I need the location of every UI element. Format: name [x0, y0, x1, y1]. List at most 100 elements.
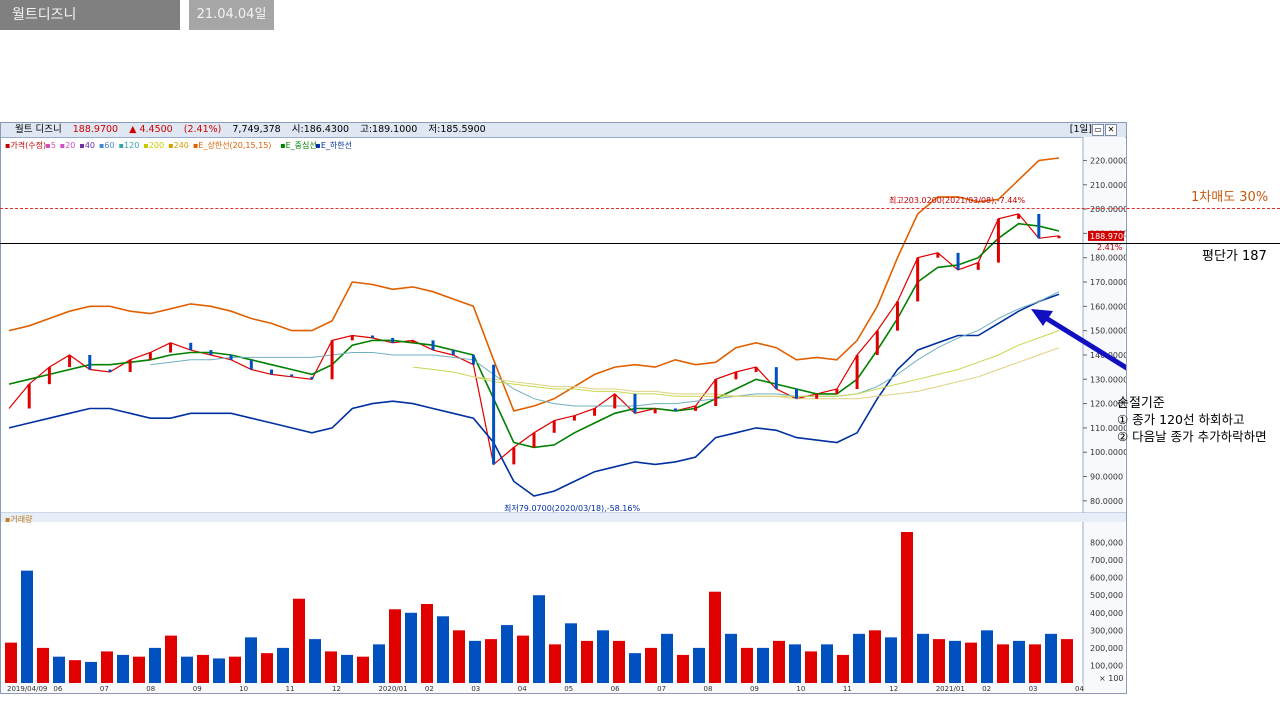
x-tick-label: 06 [53, 685, 62, 693]
volume-bar [997, 644, 1009, 683]
volume-bar [517, 635, 529, 683]
x-tick-label: 11 [843, 685, 852, 693]
price-candle [88, 354, 92, 370]
volume-bar [597, 630, 609, 683]
y-tick-label: 100.0000 [1090, 448, 1126, 457]
x-tick-label: 09 [193, 685, 202, 693]
volume-panel-label: ▪거래량 [5, 514, 33, 524]
price-candle [411, 340, 415, 343]
volume-bar [117, 654, 129, 683]
volume-bar [309, 639, 321, 683]
volume-bar [165, 635, 177, 683]
volume-bar [1013, 640, 1025, 683]
price-candle [512, 447, 516, 465]
volume-bar [1029, 644, 1041, 683]
volume-unit-label: × 100 [1099, 674, 1124, 683]
price-candle [249, 359, 253, 370]
legend-item: ▪가격(수정) [5, 140, 46, 150]
price-candle [1017, 213, 1021, 219]
volume-tick-label: 600,000 [1090, 574, 1123, 583]
volume-bar [261, 653, 273, 683]
x-tick-label: 12 [332, 685, 341, 693]
price-candle [370, 335, 374, 338]
volume-bar [693, 647, 705, 683]
y-tick-label: 150.0000 [1090, 327, 1126, 336]
legend-item: ▪E_상한선(20,15,15) [193, 140, 271, 150]
y-tick-label: 210.0000 [1090, 181, 1126, 190]
volume-tick-label: 800,000 [1090, 539, 1123, 548]
price-candle [350, 335, 354, 341]
volume-bar [837, 654, 849, 683]
volume-bar [1061, 639, 1073, 683]
x-tick-label: 2020/01 [378, 685, 407, 693]
price-candle [653, 408, 657, 414]
volume-bar [533, 595, 545, 683]
volume-bar [101, 651, 113, 683]
price-candle [148, 352, 152, 360]
price-candle [391, 337, 395, 343]
volume-bar [917, 633, 929, 683]
legend-item: ▪240 [168, 141, 189, 150]
y-tick-label: 170.0000 [1090, 278, 1126, 287]
volume-bar [5, 642, 17, 683]
y-tick-label: 160.0000 [1090, 302, 1126, 311]
x-tick-label: 02 [982, 685, 991, 693]
price-candle [936, 252, 940, 258]
volume-bar [629, 653, 641, 683]
x-tick-label: 07 [657, 685, 666, 693]
volume-bar [1045, 633, 1057, 683]
volume-bar [373, 644, 385, 683]
price-candle [593, 408, 597, 416]
price-candle [694, 406, 698, 411]
volume-bar [501, 625, 513, 683]
volume-bar [421, 604, 433, 683]
volume-bar [453, 630, 465, 683]
volume-bar [21, 570, 33, 683]
price-candle [47, 367, 51, 385]
volume-bar [245, 637, 257, 683]
sell-target-label: 1차매도 30% [1191, 190, 1269, 205]
x-axis-band [1, 683, 1083, 693]
volume-bar [821, 644, 833, 683]
volume-bar [677, 654, 689, 683]
price-candle [996, 218, 1000, 263]
volume-bar [549, 644, 561, 683]
x-tick-label: 06 [611, 685, 620, 693]
price-candle [916, 257, 920, 302]
x-tick-label: 07 [100, 685, 109, 693]
x-tick-label: 05 [564, 685, 573, 693]
price-candle [270, 369, 273, 375]
volume-tick-label: 100,000 [1090, 661, 1123, 670]
price-candle [189, 342, 193, 351]
price-candle [1037, 213, 1041, 239]
price-candle [734, 371, 738, 380]
volume-bar [389, 609, 401, 683]
volume-bar [341, 654, 353, 683]
volume-bar [133, 656, 145, 683]
price-candle [714, 379, 718, 407]
series-line-ma240 [473, 347, 1060, 400]
price-candle [855, 354, 859, 389]
price-candle [673, 408, 677, 411]
price-candle [128, 359, 132, 372]
volume-bar [485, 639, 497, 683]
volume-bar [405, 612, 417, 683]
y-tick-label: 80.0000 [1090, 497, 1123, 506]
volume-bar [437, 616, 449, 683]
sell-target-line [0, 208, 1280, 209]
x-tick-label: 02 [425, 685, 434, 693]
price-candle [310, 376, 314, 380]
volume-panel-header [1, 513, 1126, 522]
x-tick-label: 09 [750, 685, 759, 693]
volume-bar [581, 640, 593, 683]
x-tick-label: 12 [889, 685, 898, 693]
y-tick-label: 130.0000 [1090, 375, 1126, 384]
volume-bar [197, 654, 209, 683]
volume-bar [277, 647, 289, 683]
volume-bar [885, 637, 897, 683]
stop-loss-rule-2: ② 다음날 종가 추가하락하면 [1117, 429, 1267, 444]
volume-bar [69, 660, 81, 683]
price-candle [875, 330, 879, 355]
x-tick-label: 10 [796, 685, 805, 693]
price-candle [956, 252, 960, 270]
